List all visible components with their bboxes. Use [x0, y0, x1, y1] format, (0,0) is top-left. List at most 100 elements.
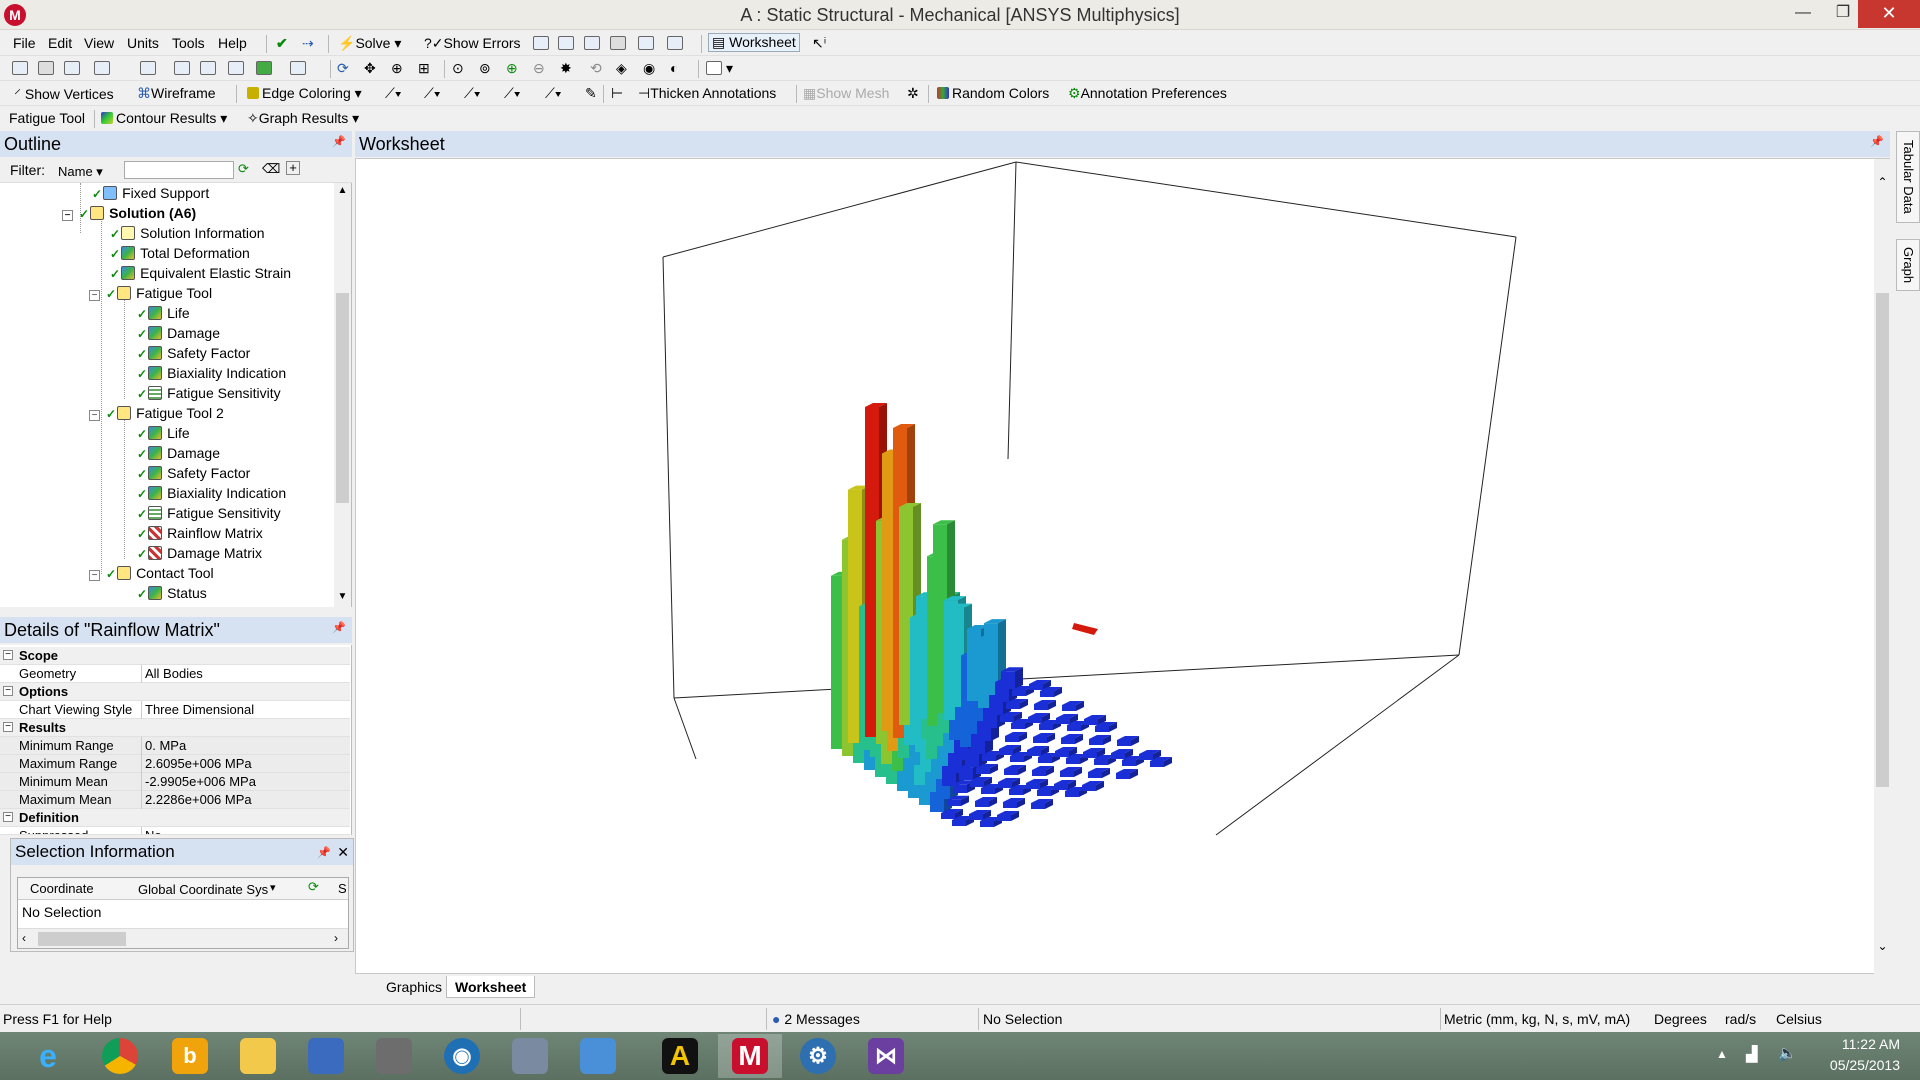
scroll-down-icon[interactable]: ⌄ — [1874, 939, 1891, 953]
scroll-left-icon[interactable]: ‹ — [22, 931, 26, 945]
menu-view[interactable]: View — [84, 35, 114, 51]
worksheet-scrollbar[interactable]: ⌃ ⌄ — [1874, 159, 1891, 975]
pin-icon[interactable]: 📌 — [332, 135, 346, 148]
contour-results-button[interactable]: Contour Results ▾ — [101, 110, 227, 127]
scroll-up-icon[interactable]: ▲ — [334, 185, 351, 196]
details-group-definition[interactable]: − Definition — [0, 809, 350, 827]
previous-view-icon[interactable]: ✸ — [560, 60, 572, 77]
new-analysis-icon[interactable] — [533, 36, 549, 50]
taskbar-visual-studio[interactable]: ⋈ — [854, 1034, 918, 1078]
box-select-icon[interactable] — [94, 61, 110, 75]
scroll-right-icon[interactable]: › — [334, 931, 338, 945]
tree-item-status[interactable]: ✓ Status — [137, 583, 207, 603]
rotate-icon[interactable]: ⟳ — [337, 60, 349, 77]
tree-item-equivalent-elastic-strain[interactable]: ✓ Equivalent Elastic Strain — [110, 263, 291, 283]
edge-select-icon[interactable] — [200, 61, 216, 75]
zoom-out-icon[interactable]: ⊖ — [533, 60, 545, 77]
coordinate-dropdown[interactable]: Global Coordinate Sys — [138, 882, 268, 897]
collapse-icon[interactable]: − — [89, 290, 100, 301]
magnifier-icon[interactable]: ⊚ — [479, 60, 491, 77]
scroll-thumb[interactable] — [336, 293, 349, 503]
scroll-up-icon[interactable]: ⌃ — [1874, 175, 1891, 189]
taskbar-chrome[interactable] — [88, 1034, 152, 1078]
isometric-icon[interactable]: ◈ — [616, 60, 627, 77]
taskbar-ansys-workbench[interactable]: ⚙ — [786, 1034, 850, 1078]
taskbar-network[interactable] — [294, 1034, 358, 1078]
taskbar-internet-explorer[interactable]: e — [16, 1034, 80, 1078]
random-colors-button[interactable]: Random Colors — [937, 85, 1049, 101]
tabular-data-tab[interactable]: Tabular Data — [1896, 131, 1920, 223]
menu-file[interactable]: File — [13, 35, 36, 51]
rainflow-3d-chart[interactable] — [356, 159, 1866, 975]
menu-units[interactable]: Units — [127, 35, 159, 51]
tree-item-contact-tool[interactable]: − ✓ Contact Tool — [89, 563, 214, 583]
outline-scrollbar[interactable]: ▲ ▼ — [334, 183, 351, 607]
pin-icon[interactable]: 📌 — [332, 621, 346, 634]
body-select-icon[interactable] — [256, 61, 272, 75]
cursor-icon[interactable] — [140, 61, 156, 75]
tree-item-fatigue-sensitivity[interactable]: ✓ Fatigue Sensitivity — [137, 383, 281, 403]
tree-item-fixed-support[interactable]: ✓ Fixed Support — [92, 183, 209, 203]
probe-icon[interactable] — [610, 36, 626, 50]
menu-tools[interactable]: Tools — [172, 35, 205, 51]
tree-item-biaxiality-indication-2[interactable]: ✓ Biaxiality Indication — [137, 483, 286, 503]
edge-style-4-icon[interactable]: ⟋▾ — [504, 85, 521, 102]
show-mesh-button[interactable]: ▦Show Mesh — [803, 85, 889, 102]
taskbar-autocad[interactable]: A — [648, 1034, 712, 1078]
status-rotational-velocity[interactable]: rad/s — [1725, 1011, 1756, 1027]
set-isometric-icon[interactable]: ◉ — [643, 60, 655, 77]
close-button[interactable]: ✕ — [1858, 0, 1920, 28]
edge-style-3-icon[interactable]: ⟋▾ — [464, 85, 481, 102]
pan-icon[interactable]: ✥ — [364, 60, 376, 77]
annotation-icon[interactable] — [638, 36, 654, 50]
tree-item-solution-information[interactable]: ✓ Solution Information — [110, 223, 265, 243]
taskbar-date[interactable]: 05/25/2013 — [1786, 1057, 1900, 1073]
select-mode-icon[interactable] — [38, 61, 54, 75]
edge-style-1-icon[interactable]: ⟋▾ — [385, 85, 402, 102]
wireframe-button[interactable]: ⌘Wireframe — [137, 85, 216, 102]
status-units[interactable]: Metric (mm, kg, N, s, mV, mA) — [1444, 1011, 1630, 1027]
edge-marker-icon[interactable]: ⊢ — [611, 85, 623, 102]
face-select-icon[interactable] — [174, 61, 190, 75]
collapse-icon[interactable]: − — [89, 410, 100, 421]
details-group-options[interactable]: − Options — [0, 683, 350, 701]
worksheet-view[interactable]: ⌃ ⌄ — [355, 158, 1891, 975]
taskbar-ssh[interactable] — [498, 1034, 562, 1078]
edge-style-2-icon[interactable]: ⟋▾ — [424, 85, 441, 102]
worksheet-button[interactable]: ▤ Worksheet — [708, 33, 800, 52]
tree-item-safety-factor-2[interactable]: ✓ Safety Factor — [137, 463, 250, 483]
clear-filter-icon[interactable]: ⌫ — [262, 161, 280, 177]
tree-item-solution[interactable]: − ✓ Solution (A6) — [62, 203, 196, 223]
refresh-icon[interactable]: ⟳ — [308, 879, 319, 895]
tree-item-fatigue-tool[interactable]: − ✓ Fatigue Tool — [89, 283, 212, 303]
extend-selection-icon[interactable] — [290, 61, 306, 75]
viewports-dropdown-icon[interactable]: ▾ — [726, 60, 733, 77]
graph-tab[interactable]: Graph — [1896, 239, 1920, 291]
show-hidden-icons[interactable]: ▲ — [1716, 1047, 1728, 1061]
tree-item-damage-2[interactable]: ✓ Damage — [137, 443, 220, 463]
scroll-down-icon[interactable]: ▼ — [334, 591, 351, 602]
filter-input[interactable] — [124, 161, 234, 179]
tree-item-damage-matrix[interactable]: ✓ Damage Matrix — [137, 543, 262, 563]
details-row-suppressed[interactable]: SuppressedNo — [0, 827, 350, 835]
taskbar-media-player[interactable]: ◉ — [430, 1034, 494, 1078]
zoom-icon[interactable]: ⊕ — [391, 60, 403, 77]
details-row-chart-viewing-style[interactable]: Chart Viewing Style Three Dimensional — [0, 701, 350, 719]
point-select-icon[interactable] — [64, 61, 80, 75]
zoom-box-icon[interactable]: ⊞ — [418, 60, 430, 77]
status-angle[interactable]: Degrees — [1654, 1011, 1707, 1027]
zoom-in-icon[interactable]: ⊕ — [506, 60, 518, 77]
viewports-icon[interactable] — [706, 61, 722, 75]
status-messages[interactable]: ● 2 Messages — [772, 1011, 860, 1027]
filter-dropdown[interactable]: Name ▾ — [58, 164, 103, 180]
pin-icon[interactable]: 📌 — [1870, 135, 1884, 148]
update-icon[interactable]: ⇢ — [302, 35, 314, 52]
edge-style-5-icon[interactable]: ⟋▾ — [545, 85, 562, 102]
thicken-annotations-button[interactable]: ⊣Thicken Annotations — [638, 85, 776, 102]
show-errors-button[interactable]: ?✓Show Errors — [424, 35, 521, 52]
help-cursor-icon[interactable]: ↖ⁱ — [812, 35, 826, 52]
close-icon[interactable]: ✕ — [337, 839, 349, 865]
taskbar-calculator[interactable] — [362, 1034, 426, 1078]
zoom-to-fit-icon[interactable]: ⊙ — [452, 60, 464, 77]
show-vertices-button[interactable]: ⸍ Show Vertices — [14, 85, 114, 104]
